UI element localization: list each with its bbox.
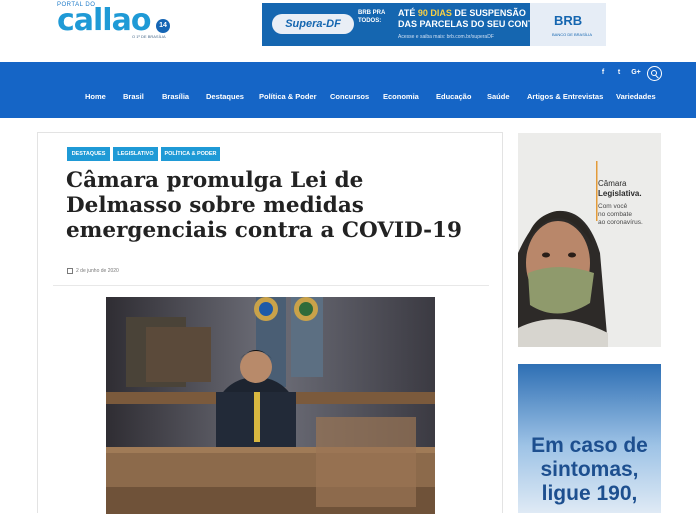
twitter-icon[interactable]: t <box>612 66 626 80</box>
tag-legislativo[interactable]: LEGISLATIVO <box>113 147 158 161</box>
ad2-line3: ligue 190, <box>541 482 638 505</box>
ad-brand: Câmara Legislativa. <box>598 179 642 199</box>
article-date: 2 de junho de 2020 <box>67 267 119 275</box>
sidebar-ad-symptoms[interactable]: Em caso de sintomas, ligue 190, <box>518 364 661 513</box>
brb-logo-sub: BANCO DE BRASÍLIA <box>552 32 593 37</box>
nav-item-brasil[interactable]: Brasil <box>123 90 144 104</box>
nav-item-destaques[interactable]: Destaques <box>206 90 244 104</box>
article-title: Câmara promulga Lei de Delmasso sobre me… <box>66 168 462 243</box>
photo-illustration <box>106 297 435 514</box>
article-card: DESTAQUES LEGISLATIVO POLÍTICA & PODER C… <box>37 132 503 514</box>
ad-illustration <box>518 133 661 347</box>
ad-tagline-1: Com você <box>598 203 628 210</box>
top-bar: PORTAL DO callao 14 O 1º DE BRASÍLIA Sup… <box>0 0 696 62</box>
nav-menu: Home Brasil Brasília Destaques Política … <box>0 90 696 104</box>
banner-line1-c: DE SUSPENSÃO <box>454 8 526 18</box>
nav-item-politica-poder[interactable]: Política & Poder <box>259 90 317 104</box>
tag-destaques[interactable]: DESTAQUES <box>67 147 110 161</box>
calendar-icon <box>67 267 73 274</box>
banner-fine-print: Acesse e saiba mais: brb.com.br/superaDF <box>398 34 494 40</box>
nav-item-home[interactable]: Home <box>85 90 106 104</box>
tag-politica-poder[interactable]: POLÍTICA & PODER <box>161 147 220 161</box>
divider <box>53 285 489 286</box>
nav-item-concursos[interactable]: Concursos <box>330 90 369 104</box>
ad-tagline-2: no combate <box>598 211 632 218</box>
banner-brand-box: BRB BANCO DE BRASÍLIA <box>530 3 606 46</box>
banner-pill: Supera-DF <box>272 14 354 34</box>
ad-tagline-3: ao coronavírus. <box>598 219 643 226</box>
ad2-line1: Em caso de <box>531 434 648 457</box>
banner-line1-a: ATÉ <box>398 8 416 18</box>
banner-brb-pra-todos: BRB PRA TODOS: <box>358 10 386 24</box>
ad-brand-line1: Câmara <box>598 179 627 188</box>
nav-item-brasilia[interactable]: Brasília <box>162 90 189 104</box>
banner-line1-b: 90 DIAS <box>417 8 452 18</box>
nav-item-educacao[interactable]: Educação <box>436 90 471 104</box>
ad-tagline: Com você no combate ao coronavírus. <box>598 203 643 227</box>
facebook-icon[interactable]: f <box>596 66 610 80</box>
nav-item-artigos-entrevistas[interactable]: Artigos & Entrevistas <box>527 90 603 104</box>
logo-wordmark: callao <box>57 3 151 38</box>
sidebar-ad-camara[interactable]: Câmara Legislativa. Com você no combate … <box>518 133 661 347</box>
main-navbar: f t G+ Home Brasil Brasília Destaques Po… <box>0 62 696 118</box>
logo-tagline: O 1º DE BRASÍLIA <box>132 34 166 39</box>
nav-item-variedades[interactable]: Variedades <box>616 90 656 104</box>
nav-item-saude[interactable]: Saúde <box>487 90 510 104</box>
google-plus-icon[interactable]: G+ <box>629 66 643 80</box>
brb-logo: BRB <box>554 13 583 28</box>
nav-item-economia[interactable]: Economia <box>383 90 419 104</box>
ad2-line2: sintomas, <box>540 458 639 481</box>
search-icon-handle <box>655 75 659 79</box>
logo-badge: 14 <box>156 19 170 33</box>
site-logo[interactable]: PORTAL DO callao 14 O 1º DE BRASÍLIA <box>57 2 170 42</box>
header-ad-banner[interactable]: Supera-DF BRB PRA TODOS: ATÉ 90 DIAS DE … <box>262 3 606 46</box>
search-button[interactable] <box>647 66 662 81</box>
article-photo[interactable] <box>106 297 435 514</box>
article-date-text: 2 de junho de 2020 <box>76 268 119 274</box>
ad2-text: Em caso de sintomas, ligue 190, <box>518 434 661 506</box>
ad-brand-line2: Legislativa. <box>598 189 642 198</box>
